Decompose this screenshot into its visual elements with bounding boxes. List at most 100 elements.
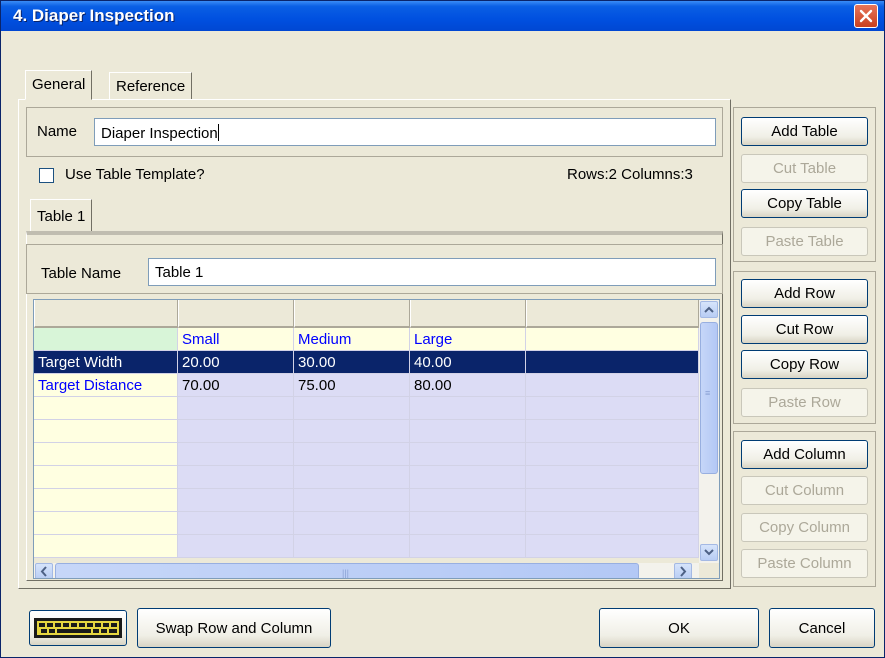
tab-general[interactable]: General bbox=[25, 70, 93, 100]
grid-cell[interactable] bbox=[294, 443, 410, 466]
table-row[interactable] bbox=[34, 397, 699, 420]
grid-cell[interactable] bbox=[526, 443, 699, 466]
use-template-checkbox[interactable] bbox=[39, 168, 54, 183]
table-name-input[interactable]: Table 1 bbox=[148, 258, 716, 286]
grid-cell[interactable] bbox=[526, 374, 699, 397]
ok-button[interactable]: OK bbox=[599, 608, 759, 648]
grid-cell[interactable] bbox=[526, 512, 699, 535]
grid-cell[interactable] bbox=[178, 535, 294, 558]
table-row[interactable] bbox=[34, 420, 699, 443]
chevron-right-icon bbox=[680, 566, 687, 577]
table-row[interactable]: Target Width 20.00 30.00 40.00 bbox=[34, 351, 699, 374]
swap-row-column-button[interactable]: Swap Row and Column bbox=[137, 608, 331, 648]
add-column-button[interactable]: Add Column bbox=[741, 440, 868, 469]
grid-cell[interactable] bbox=[178, 420, 294, 443]
grid-cell[interactable] bbox=[34, 443, 178, 466]
horizontal-scrollbar[interactable]: ||| bbox=[34, 563, 699, 578]
grid-cell[interactable] bbox=[34, 512, 178, 535]
grid-cell[interactable] bbox=[526, 397, 699, 420]
grid-cell[interactable] bbox=[410, 443, 526, 466]
keyboard-button[interactable] bbox=[29, 610, 127, 646]
scroll-left-button[interactable] bbox=[35, 563, 53, 578]
grid-cell[interactable] bbox=[526, 351, 699, 374]
grid-cell[interactable]: 40.00 bbox=[410, 351, 526, 374]
grid-cell[interactable] bbox=[410, 420, 526, 443]
grid-header-cell[interactable] bbox=[526, 300, 699, 328]
grid-cell[interactable]: Small bbox=[178, 328, 294, 351]
grid-cell[interactable] bbox=[294, 420, 410, 443]
scroll-up-button[interactable] bbox=[700, 301, 718, 318]
grid-cell[interactable]: 70.00 bbox=[178, 374, 294, 397]
add-row-button[interactable]: Add Row bbox=[741, 279, 868, 308]
copy-column-button[interactable]: Copy Column bbox=[741, 513, 868, 542]
add-table-button[interactable]: Add Table bbox=[741, 117, 868, 146]
grid-cell[interactable] bbox=[178, 489, 294, 512]
copy-table-button[interactable]: Copy Table bbox=[741, 189, 868, 218]
window-title: 4. Diaper Inspection bbox=[13, 6, 175, 25]
grid-cell[interactable] bbox=[178, 443, 294, 466]
grid-cell[interactable]: Large bbox=[410, 328, 526, 351]
grid-header-cell[interactable] bbox=[178, 300, 294, 328]
grid-header-cell[interactable] bbox=[410, 300, 526, 328]
vertical-scrollbar[interactable]: ≡ bbox=[699, 300, 719, 563]
table-row[interactable] bbox=[34, 466, 699, 489]
paste-row-button[interactable]: Paste Row bbox=[741, 388, 868, 417]
grid-header-cell[interactable] bbox=[34, 300, 178, 328]
row-label[interactable]: Target Distance bbox=[34, 374, 178, 397]
table-row[interactable] bbox=[34, 512, 699, 535]
paste-column-button[interactable]: Paste Column bbox=[741, 549, 868, 578]
name-input[interactable]: Diaper Inspection bbox=[94, 118, 716, 146]
grid-cell[interactable] bbox=[526, 535, 699, 558]
cut-column-button[interactable]: Cut Column bbox=[741, 476, 868, 505]
scroll-down-button[interactable] bbox=[700, 544, 718, 561]
tab-reference[interactable]: Reference bbox=[109, 72, 193, 100]
grid-cell[interactable] bbox=[410, 489, 526, 512]
close-button[interactable] bbox=[854, 4, 878, 28]
grid-cell[interactable] bbox=[294, 466, 410, 489]
grid-cell[interactable] bbox=[34, 420, 178, 443]
cut-row-button[interactable]: Cut Row bbox=[741, 315, 868, 344]
keyboard-icon bbox=[34, 618, 122, 638]
grid-cell[interactable] bbox=[34, 535, 178, 558]
grid-cell[interactable] bbox=[410, 397, 526, 420]
grid-cell[interactable] bbox=[526, 466, 699, 489]
copy-row-button[interactable]: Copy Row bbox=[741, 350, 868, 379]
grid-header-cell[interactable] bbox=[294, 300, 410, 328]
grid-cell[interactable] bbox=[526, 420, 699, 443]
grid-cell[interactable] bbox=[178, 397, 294, 420]
grid-cell[interactable] bbox=[526, 328, 699, 351]
grid-cell[interactable] bbox=[294, 489, 410, 512]
grid-cell[interactable] bbox=[410, 512, 526, 535]
table-row[interactable]: Target Distance 70.00 75.00 80.00 bbox=[34, 374, 699, 397]
grid-cell[interactable] bbox=[410, 466, 526, 489]
grid-cell[interactable] bbox=[294, 512, 410, 535]
tab-table-1[interactable]: Table 1 bbox=[30, 199, 93, 231]
grid-cell[interactable] bbox=[34, 466, 178, 489]
table-row[interactable] bbox=[34, 443, 699, 466]
grid-cell[interactable] bbox=[34, 397, 178, 420]
scroll-right-button[interactable] bbox=[674, 563, 692, 578]
grid-cell[interactable]: 75.00 bbox=[294, 374, 410, 397]
grid-cell[interactable]: 30.00 bbox=[294, 351, 410, 374]
grid-cell[interactable]: 20.00 bbox=[178, 351, 294, 374]
vertical-scroll-thumb[interactable]: ≡ bbox=[700, 322, 718, 474]
cut-table-button[interactable]: Cut Table bbox=[741, 154, 868, 183]
horizontal-scroll-thumb[interactable]: ||| bbox=[55, 563, 639, 578]
grid-cell[interactable] bbox=[526, 489, 699, 512]
grid-cell[interactable] bbox=[178, 512, 294, 535]
paste-table-button[interactable]: Paste Table bbox=[741, 227, 868, 256]
table-row[interactable] bbox=[34, 489, 699, 512]
grid-cell[interactable] bbox=[294, 397, 410, 420]
cancel-button[interactable]: Cancel bbox=[769, 608, 875, 648]
data-grid[interactable]: Small Medium Large Target Width 20.00 30… bbox=[33, 299, 720, 579]
grid-cell[interactable]: 80.00 bbox=[410, 374, 526, 397]
grid-cell[interactable] bbox=[294, 535, 410, 558]
grid-cell[interactable] bbox=[178, 466, 294, 489]
grid-cell[interactable]: Medium bbox=[294, 328, 410, 351]
dialog-window: 4. Diaper Inspection General Reference N… bbox=[0, 0, 885, 658]
grid-cell[interactable] bbox=[34, 489, 178, 512]
grid-cell[interactable] bbox=[410, 535, 526, 558]
table-row[interactable] bbox=[34, 535, 699, 558]
grid-cell[interactable] bbox=[34, 328, 178, 351]
row-label[interactable]: Target Width bbox=[34, 351, 178, 374]
